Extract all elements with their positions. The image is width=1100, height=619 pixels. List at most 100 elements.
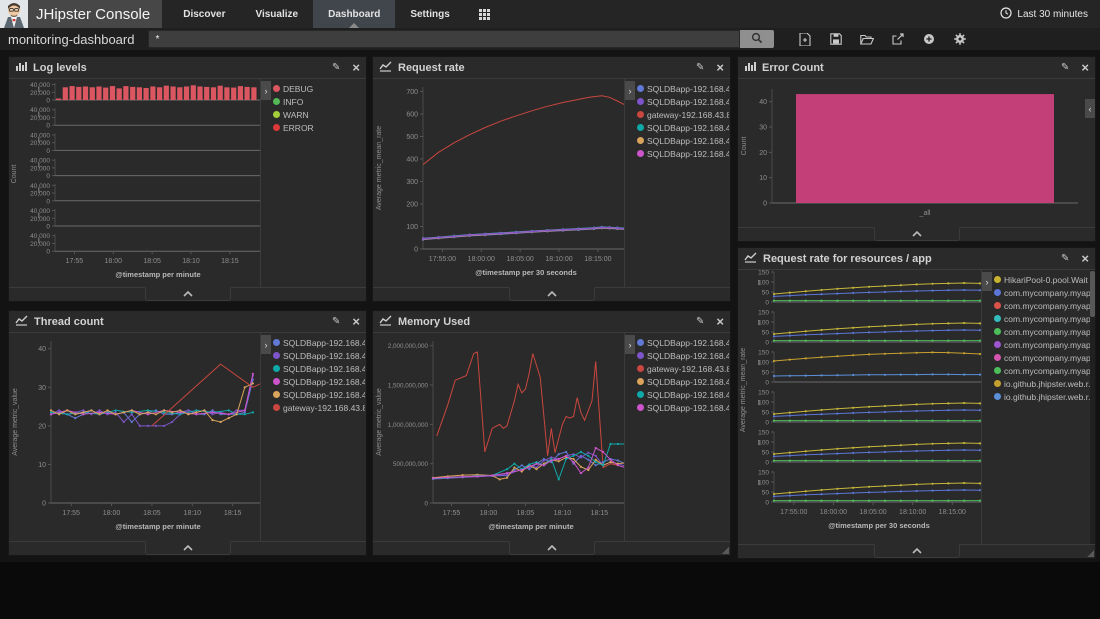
legend-item[interactable]: com.mycompany.myap...	[994, 312, 1094, 325]
legend-expand-icon[interactable]: ‹	[1085, 99, 1095, 118]
legend-item[interactable]: ERROR	[273, 121, 365, 134]
legend-label: io.github.jhipster.web.r...	[1004, 379, 1094, 389]
legend-collapse-icon[interactable]: ›	[261, 335, 271, 354]
legend-item[interactable]: SQLDBapp-192.168.4...	[273, 362, 365, 375]
panel-resize-handle[interactable]	[1087, 550, 1094, 557]
panel-request-rate-header[interactable]: Request rate ✎ ×	[373, 57, 730, 79]
panel-collapse-bar	[9, 541, 366, 555]
legend-item[interactable]: gateway-192.168.43.8:...	[637, 108, 729, 121]
panel-title: Request rate	[398, 62, 690, 74]
edit-panel-icon[interactable]: ✎	[1061, 254, 1069, 264]
panel-log-levels-header[interactable]: Log levels ✎ ×	[9, 57, 366, 79]
remove-panel-icon[interactable]: ×	[352, 315, 360, 328]
legend-item[interactable]: com.mycompany.myap...	[994, 351, 1094, 364]
remove-panel-icon[interactable]: ×	[1081, 61, 1089, 74]
load-dashboard-icon[interactable]	[860, 32, 874, 46]
edit-panel-icon[interactable]: ✎	[1061, 63, 1069, 73]
edit-panel-icon[interactable]: ✎	[332, 63, 340, 73]
legend-item[interactable]: com.mycompany.myap...	[994, 338, 1094, 351]
legend-collapse-icon[interactable]: ›	[261, 81, 271, 100]
legend-item[interactable]: SQLDBapp-192.168.4...	[637, 349, 729, 362]
legend-item[interactable]: SQLDBapp-192.168.4...	[637, 121, 729, 134]
legend-item[interactable]: SQLDBapp-192.168.4...	[637, 95, 729, 108]
remove-panel-icon[interactable]: ×	[716, 315, 724, 328]
legend-item[interactable]: SQLDBapp-192.168.4...	[273, 349, 365, 362]
panel-title: Error Count	[762, 62, 1055, 74]
legend-item[interactable]: SQLDBapp-192.168.4...	[637, 336, 729, 349]
collapse-chevron-icon[interactable]	[509, 287, 595, 301]
legend-label: SQLDBapp-192.168.4...	[647, 390, 729, 400]
svg-text:50: 50	[762, 490, 770, 497]
panel-resources-rate-header[interactable]: Request rate for resources / app ✎ ×	[738, 248, 1095, 270]
query-input[interactable]	[148, 30, 740, 48]
legend-item[interactable]: HikariPool-0.pool.Wait	[994, 273, 1094, 286]
svg-text:50: 50	[762, 410, 770, 417]
legend-item[interactable]: WARN	[273, 108, 365, 121]
legend-item[interactable]: SQLDBapp-192.168.4...	[273, 388, 365, 401]
add-visualization-icon[interactable]	[922, 32, 936, 46]
legend-collapse-icon[interactable]: ›	[625, 335, 635, 354]
svg-text:50: 50	[762, 290, 770, 297]
new-dashboard-icon[interactable]	[798, 32, 812, 46]
legend-label: SQLDBapp-192.168.4...	[283, 351, 365, 361]
legend-collapse-icon[interactable]: ›	[625, 81, 635, 100]
legend-item[interactable]: SQLDBapp-192.168.4...	[637, 82, 729, 95]
remove-panel-icon[interactable]: ×	[1081, 252, 1089, 265]
panel-error-count-header[interactable]: Error Count ✎ ×	[738, 57, 1095, 79]
legend-item[interactable]: SQLDBapp-192.168.4...	[637, 388, 729, 401]
legend-item[interactable]: io.github.jhipster.web.r...	[994, 377, 1094, 390]
time-picker[interactable]: Last 30 minutes	[1000, 0, 1100, 28]
svg-text:100: 100	[758, 360, 769, 367]
options-gear-icon[interactable]	[953, 32, 967, 46]
svg-text:40,000: 40,000	[30, 107, 50, 114]
collapse-chevron-icon[interactable]	[874, 544, 960, 558]
legend-item[interactable]: SQLDBapp-192.168.4...	[637, 147, 729, 160]
legend-item[interactable]: gateway-192.168.43.8:...	[273, 401, 365, 414]
legend-collapse-icon[interactable]: ›	[982, 272, 992, 291]
remove-panel-icon[interactable]: ×	[716, 61, 724, 74]
panel-thread-count-header[interactable]: Thread count ✎ ×	[9, 311, 366, 333]
nav-item-visualize[interactable]: Visualize	[240, 0, 313, 28]
legend-item[interactable]: io.github.jhipster.web.r...	[994, 390, 1094, 403]
svg-text:40,000: 40,000	[30, 132, 50, 139]
legend-item[interactable]: SQLDBapp-192.168.4...	[637, 375, 729, 388]
legend-scrollbar[interactable]	[1090, 270, 1095, 544]
svg-text:600: 600	[406, 112, 418, 119]
nav-item-settings[interactable]: Settings	[395, 0, 464, 28]
legend-item[interactable]: com.mycompany.myap...	[994, 286, 1094, 299]
collapse-chevron-icon[interactable]	[145, 541, 231, 555]
legend-color-dot	[637, 339, 644, 346]
svg-text:17:55: 17:55	[62, 510, 80, 517]
collapse-chevron-icon[interactable]	[509, 541, 595, 555]
legend-item[interactable]: SQLDBapp-192.168.4...	[273, 336, 365, 349]
apps-grid-icon[interactable]	[465, 0, 504, 28]
share-dashboard-icon[interactable]	[891, 32, 905, 46]
brand[interactable]: JHipster Console	[0, 0, 162, 28]
nav-item-discover[interactable]: Discover	[168, 0, 240, 28]
legend-item[interactable]: com.mycompany.myap...	[994, 325, 1094, 338]
save-dashboard-icon[interactable]	[829, 32, 843, 46]
legend-color-dot	[994, 393, 1001, 400]
legend-item[interactable]: com.mycompany.myap...	[994, 299, 1094, 312]
remove-panel-icon[interactable]: ×	[352, 61, 360, 74]
edit-panel-icon[interactable]: ✎	[332, 317, 340, 327]
svg-text:18:00:00: 18:00:00	[468, 256, 495, 263]
legend-item[interactable]: INFO	[273, 95, 365, 108]
edit-panel-icon[interactable]: ✎	[696, 63, 704, 73]
legend-item[interactable]: SQLDBapp-192.168.4...	[637, 401, 729, 414]
collapse-chevron-icon[interactable]	[874, 227, 960, 241]
search-button[interactable]	[740, 30, 774, 48]
legend-label: SQLDBapp-192.168.4...	[647, 338, 729, 348]
log-levels-legend: › DEBUGINFOWARNERROR	[260, 79, 366, 287]
legend-item[interactable]: SQLDBapp-192.168.4...	[637, 134, 729, 147]
legend-label: SQLDBapp-192.168.4...	[283, 364, 365, 374]
legend-item[interactable]: SQLDBapp-192.168.4...	[273, 375, 365, 388]
edit-panel-icon[interactable]: ✎	[696, 317, 704, 327]
legend-item[interactable]: DEBUG	[273, 82, 365, 95]
collapse-chevron-icon[interactable]	[145, 287, 231, 301]
legend-item[interactable]: com.mycompany.myap...	[994, 364, 1094, 377]
legend-item[interactable]: gateway-192.168.43.8:...	[637, 362, 729, 375]
nav-item-dashboard[interactable]: Dashboard	[313, 0, 395, 28]
panel-resize-handle[interactable]	[722, 547, 729, 554]
panel-memory-used-header[interactable]: Memory Used ✎ ×	[373, 311, 730, 333]
